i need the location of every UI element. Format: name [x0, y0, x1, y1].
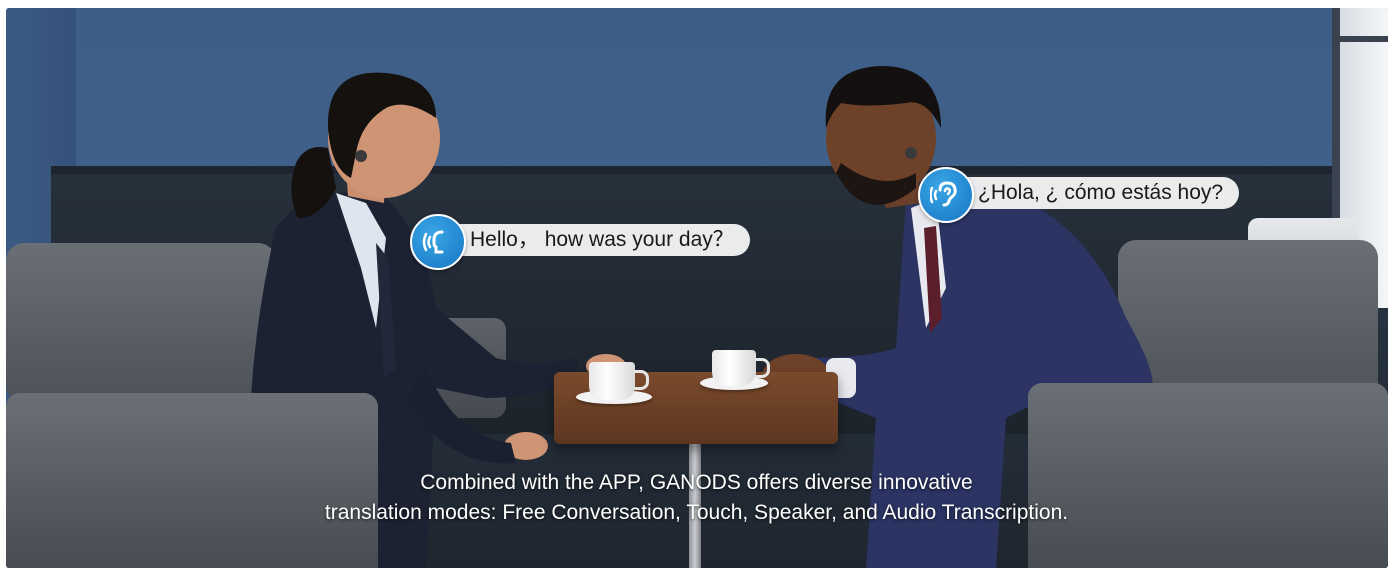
window-frame	[1340, 36, 1388, 42]
bubble-text-spanish: ¿Hola, ¿ cómo estás hoy?	[946, 177, 1240, 209]
right-coffee-cup	[712, 350, 756, 386]
caption: Combined with the APP, GANODS offers div…	[0, 468, 1393, 528]
caption-line-2: translation modes: Free Conversation, To…	[324, 501, 1069, 524]
speaking-icon	[410, 214, 466, 270]
caption-line-1: Combined with the APP, GANODS offers div…	[420, 471, 973, 494]
left-cup-handle	[634, 370, 649, 390]
listening-icon	[918, 167, 974, 223]
left-coffee-cup	[589, 362, 635, 400]
bubble-text-english: Hello， how was your day？	[438, 224, 750, 256]
speech-bubble-english: Hello， how was your day？	[410, 214, 750, 270]
speech-bubble-spanish: ¿Hola, ¿ cómo estás hoy?	[918, 167, 1240, 223]
right-cup-handle	[755, 358, 770, 378]
